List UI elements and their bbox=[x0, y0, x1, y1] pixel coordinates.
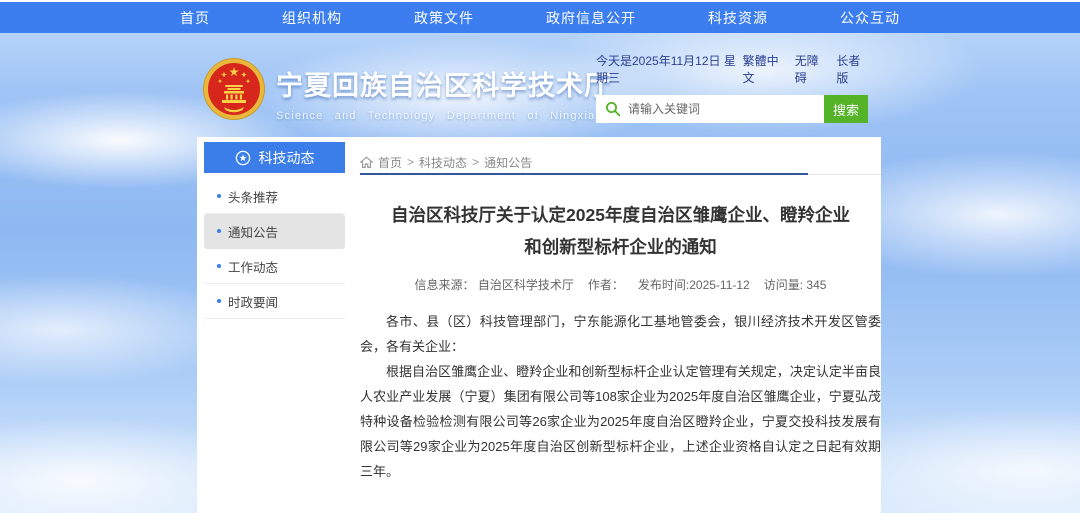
sidebar-item-label: 头条推荐 bbox=[228, 187, 278, 206]
top-navigation: 首页 组织机构 政策文件 政府信息公开 科技资源 公众互动 bbox=[0, 0, 1080, 33]
meta-author: 作者： bbox=[588, 278, 624, 292]
link-traditional-chinese[interactable]: 繁體中文 bbox=[743, 52, 785, 86]
site-title-block: 宁夏回族自治区科学技术厅 Science and Technology Depa… bbox=[276, 64, 612, 122]
nav-item-organization[interactable]: 组织机构 bbox=[282, 8, 342, 28]
nav-item-tech-resources[interactable]: 科技资源 bbox=[708, 8, 768, 28]
article-area: 首页 > 科技动态 > 通知公告 自治区科技厅关于认定2025年度自治区雏鹰企业… bbox=[360, 137, 881, 513]
bullet-dot-icon bbox=[217, 229, 221, 233]
nav-item-public-interaction[interactable]: 公众互动 bbox=[840, 8, 900, 28]
site-title: 宁夏回族自治区科学技术厅 bbox=[276, 64, 612, 103]
breadcrumb-current: 通知公告 bbox=[484, 154, 532, 171]
sidebar-item-label: 通知公告 bbox=[228, 222, 278, 241]
meta-publish-date: 发布时间:2025-11-12 bbox=[638, 278, 750, 292]
search-icon bbox=[605, 101, 621, 117]
bullet-dot-icon bbox=[217, 194, 221, 198]
nav-item-gov-info-disclosure[interactable]: 政府信息公开 bbox=[546, 8, 636, 28]
site-subtitle: Science and Technology Department of Nin… bbox=[276, 110, 612, 122]
home-icon bbox=[360, 156, 373, 169]
article-paragraph: 各市、县（区）科技管理部门，宁东能源化工基地管委会，银川经济技术开发区管委会，各… bbox=[360, 309, 881, 359]
nav-item-policy-documents[interactable]: 政策文件 bbox=[414, 8, 474, 28]
circled-star-icon bbox=[235, 150, 251, 166]
breadcrumb-home-link[interactable]: 首页 bbox=[378, 154, 402, 171]
article-body: 各市、县（区）科技管理部门，宁东能源化工基地管委会，银川经济技术开发区管委会，各… bbox=[360, 309, 881, 484]
breadcrumb: 首页 > 科技动态 > 通知公告 bbox=[360, 137, 881, 175]
sidebar-item-headlines[interactable]: 头条推荐 bbox=[204, 179, 345, 214]
article-meta: 信息来源： 自治区科学技术厅作者： 发布时间:2025-11-12 访问量: 345 bbox=[360, 276, 881, 293]
bullet-dot-icon bbox=[217, 264, 221, 268]
sidebar-item-label: 工作动态 bbox=[228, 257, 278, 276]
article-title-line2: 和创新型标杆企业的通知 bbox=[524, 237, 717, 257]
sidebar-title: 科技动态 bbox=[259, 148, 315, 168]
page: 首页 组织机构 政策文件 政府信息公开 科技资源 公众互动 bbox=[0, 0, 1080, 513]
link-elderly-version[interactable]: 长者版 bbox=[836, 52, 868, 86]
search-bar: 搜索 bbox=[596, 95, 868, 123]
site-header: 宁夏回族自治区科学技术厅 Science and Technology Depa… bbox=[0, 33, 1080, 137]
content-panel: 科技动态 头条推荐 通知公告 工作动态 时政要闻 bbox=[197, 137, 881, 513]
bullet-dot-icon bbox=[217, 299, 221, 303]
sidebar-menu: 头条推荐 通知公告 工作动态 时政要闻 bbox=[204, 179, 345, 319]
sidebar-item-current-affairs[interactable]: 时政要闻 bbox=[204, 284, 345, 319]
breadcrumb-separator: > bbox=[472, 155, 479, 169]
header-right: 今天是2025年11月12日 星期三 繁體中文 无障碍 长者版 搜索 bbox=[596, 52, 868, 123]
current-date-text: 今天是2025年11月12日 星期三 bbox=[596, 52, 743, 86]
search-button[interactable]: 搜索 bbox=[824, 95, 868, 123]
breadcrumb-separator: > bbox=[407, 155, 414, 169]
sidebar-header: 科技动态 bbox=[204, 142, 345, 173]
sidebar-item-label: 时政要闻 bbox=[228, 292, 278, 311]
link-accessibility[interactable]: 无障碍 bbox=[795, 52, 827, 86]
meta-visits: 访问量: 345 bbox=[764, 278, 827, 292]
sidebar-item-work-updates[interactable]: 工作动态 bbox=[204, 249, 345, 284]
quick-links: 繁體中文 无障碍 长者版 bbox=[743, 52, 868, 86]
article-paragraph: 根据自治区雏鹰企业、瞪羚企业和创新型标杆企业认定管理有关规定，决定认定半亩良人农… bbox=[360, 359, 881, 484]
search-input[interactable] bbox=[596, 95, 824, 123]
breadcrumb-underline bbox=[360, 173, 808, 175]
nav-item-home[interactable]: 首页 bbox=[180, 8, 210, 28]
article-title: 自治区科技厅关于认定2025年度自治区雏鹰企业、瞪羚企业 和创新型标杆企业的通知 bbox=[360, 199, 881, 263]
sidebar: 科技动态 头条推荐 通知公告 工作动态 时政要闻 bbox=[204, 142, 345, 319]
meta-source: 信息来源： 自治区科学技术厅 bbox=[415, 278, 574, 292]
national-emblem-logo bbox=[202, 57, 266, 121]
sidebar-item-notices[interactable]: 通知公告 bbox=[204, 214, 345, 249]
breadcrumb-category-link[interactable]: 科技动态 bbox=[419, 154, 467, 171]
article-title-line1: 自治区科技厅关于认定2025年度自治区雏鹰企业、瞪羚企业 bbox=[391, 205, 850, 225]
